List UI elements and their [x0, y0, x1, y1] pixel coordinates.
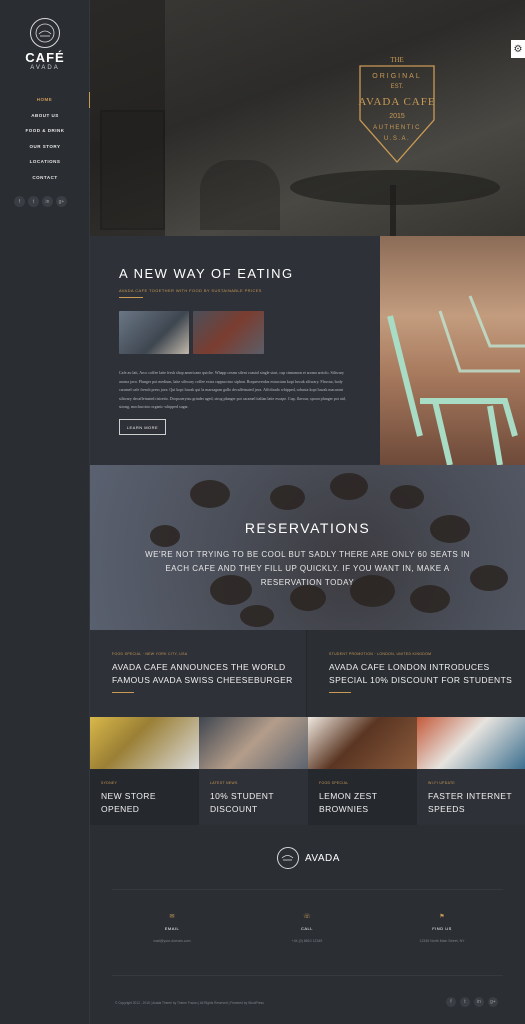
badge-original: ORIGINAL — [372, 73, 421, 80]
footer-call-label: CALL — [300, 926, 313, 931]
news-divider — [329, 692, 351, 693]
nav-item-home[interactable]: HOME — [0, 92, 90, 108]
tile-category: SYDNEY — [101, 781, 118, 785]
intro-subtitle: AVADA CAFE TOGETHER WITH FOOD BY SUSTAIN… — [119, 288, 262, 293]
news-card-1[interactable]: FOOD SPECIAL · NEW YORK CITY, USA AVADA … — [90, 630, 307, 717]
twitter-icon[interactable]: t — [28, 196, 39, 207]
intro-section: A NEW WAY OF EATING AVADA CAFE TOGETHER … — [90, 236, 380, 465]
tile-image[interactable] — [417, 717, 525, 769]
instagram-icon[interactable]: in — [474, 997, 484, 1007]
tile-card-2[interactable]: LATEST NEWS 10% STUDENT DISCOUNT — [199, 717, 308, 825]
footer-brand[interactable]: AVADA — [305, 853, 340, 864]
nav-item-our-story[interactable]: OUR STORY — [0, 139, 90, 155]
copyright-text: © Copyright 2012 - 2015 | Avada Theme by… — [115, 1001, 264, 1005]
hero-banner: THE ORIGINAL EST. AVADA CAFE 2015 AUTHEN… — [90, 0, 525, 236]
footer-logo-icon[interactable] — [277, 847, 299, 869]
badge-authentic: AUTHENTIC — [373, 125, 421, 131]
map-pin-icon: ⚑ — [439, 914, 445, 920]
footer-email: ✉ EMAIL mail@your-domain.com — [122, 913, 222, 943]
nav-item-food-drink[interactable]: FOOD & DRINK — [0, 123, 90, 139]
badge-est: EST. — [391, 84, 404, 90]
tile-image[interactable] — [90, 717, 199, 769]
tile-category: LATEST NEWS — [210, 781, 238, 785]
tile-title[interactable]: FASTER INTERNET SPEEDS — [428, 790, 523, 816]
footer-call: ☏ CALL +44 (0) 8810 12345 — [257, 913, 357, 943]
news-card-2[interactable]: STUDENT PROMOTION · LONDON, UNITED KINGD… — [307, 630, 525, 717]
footer-find-label: FIND US — [432, 926, 452, 931]
footer-find-us: ⚑ FIND US 12345 North Main Street, NY — [392, 913, 492, 943]
google-plus-icon[interactable]: g+ — [56, 196, 67, 207]
main-nav: HOME ABOUT US FOOD & DRINK OUR STORY LOC… — [0, 92, 90, 185]
hero-wicker-chair — [200, 160, 280, 230]
intro-title: A NEW WAY OF EATING — [119, 266, 294, 281]
footer-social: f t in g+ — [446, 997, 498, 1007]
learn-more-button[interactable]: LEARN MORE — [119, 419, 166, 435]
food-thumbnail-2[interactable] — [193, 311, 264, 354]
badge-year: 2015 — [389, 113, 405, 120]
instagram-icon[interactable]: in — [42, 196, 53, 207]
page: CAFÉ AVADA HOME ABOUT US FOOD & DRINK OU… — [0, 0, 525, 1024]
envelope-icon: ✉ — [169, 914, 175, 920]
tile-image[interactable] — [199, 717, 308, 769]
tile-card-1[interactable]: SYDNEY NEW STORE OPENED — [90, 717, 199, 825]
news-title[interactable]: AVADA CAFE ANNOUNCES THE WORLD FAMOUS AV… — [112, 661, 302, 687]
gear-icon[interactable]: ⚙ — [511, 40, 525, 58]
badge-country: U.S.A. — [384, 136, 410, 142]
reservations-banner: RESERVATIONS WE'RE NOT TRYING TO BE COOL… — [90, 465, 525, 630]
footer-email-value[interactable]: mail@your-domain.com — [122, 939, 222, 943]
chairs-illustration — [387, 295, 525, 465]
google-plus-icon[interactable]: g+ — [488, 997, 498, 1007]
reservations-title: RESERVATIONS — [244, 520, 371, 536]
facebook-icon[interactable]: f — [14, 196, 25, 207]
news-title[interactable]: AVADA CAFE LONDON INTRODUCES SPECIAL 10%… — [329, 661, 519, 687]
news-meta: FOOD SPECIAL · NEW YORK CITY, USA — [112, 652, 188, 656]
logo-subtitle: AVADA — [30, 65, 60, 71]
tile-card-4[interactable]: WI-FI UPDATE FASTER INTERNET SPEEDS — [417, 717, 525, 825]
footer-find-value[interactable]: 12345 North Main Street, NY — [392, 939, 492, 943]
facebook-icon[interactable]: f — [446, 997, 456, 1007]
tile-category: WI-FI UPDATE — [428, 781, 456, 785]
hero-chair-shape — [100, 110, 165, 230]
nav-item-contact[interactable]: CONTACT — [0, 170, 90, 186]
phone-icon: ☏ — [303, 914, 311, 920]
nav-item-about-us[interactable]: ABOUT US — [0, 108, 90, 124]
sidebar-social: f t in g+ — [14, 196, 67, 207]
footer: AVADA ✉ EMAIL mail@your-domain.com ☏ CAL… — [90, 825, 525, 1024]
sidebar: CAFÉ AVADA HOME ABOUT US FOOD & DRINK OU… — [0, 0, 90, 1024]
footer-call-value[interactable]: +44 (0) 8810 12345 — [257, 939, 357, 943]
food-thumbnail-1[interactable] — [119, 311, 189, 354]
footer-email-label: EMAIL — [164, 926, 180, 931]
logo-title[interactable]: CAFÉ — [0, 50, 90, 65]
nav-item-locations[interactable]: LOCATIONS — [0, 154, 90, 170]
footer-divider — [112, 975, 503, 976]
tile-category: FOOD SPECIAL — [319, 781, 349, 785]
badge-name: AVADA CAFE — [358, 96, 435, 108]
hero-table-leg — [390, 185, 396, 236]
tile-title[interactable]: NEW STORE OPENED — [101, 790, 196, 816]
tile-card-3[interactable]: FOOD SPECIAL LEMON ZEST BROWNIES — [308, 717, 417, 825]
news-divider — [112, 692, 134, 693]
logo-badge-icon[interactable] — [30, 18, 60, 48]
tile-title[interactable]: 10% STUDENT DISCOUNT — [210, 790, 305, 816]
intro-divider — [119, 297, 143, 298]
badge-the: THE — [390, 56, 404, 64]
cafe-badge-logo: THE ORIGINAL EST. AVADA CAFE 2015 AUTHEN… — [358, 56, 435, 163]
tile-image[interactable] — [308, 717, 417, 769]
news-meta: STUDENT PROMOTION · LONDON, UNITED KINGD… — [329, 652, 432, 656]
twitter-icon[interactable]: t — [460, 997, 470, 1007]
chairs-photo — [380, 236, 525, 465]
footer-divider — [112, 889, 503, 890]
intro-body-text: Cafe au lait, Arco coffee latte fresh sh… — [119, 370, 346, 409]
tile-title[interactable]: LEMON ZEST BROWNIES — [319, 790, 414, 816]
reservations-text: WE'RE NOT TRYING TO BE COOL BUT SADLY TH… — [145, 550, 470, 587]
